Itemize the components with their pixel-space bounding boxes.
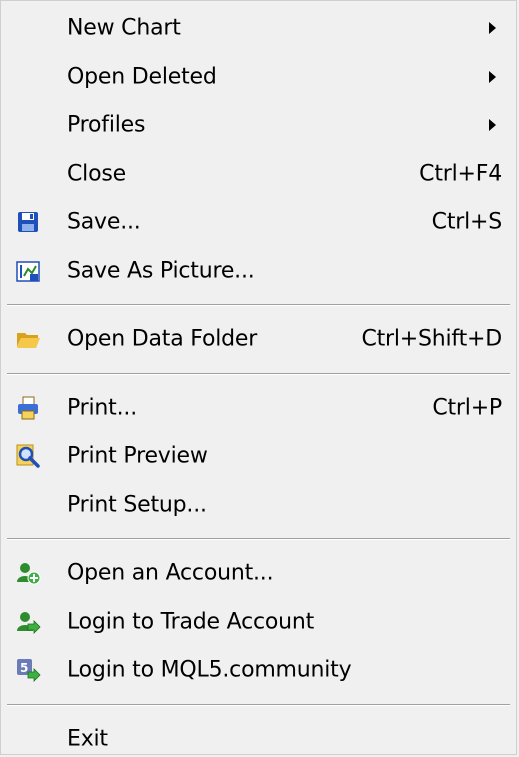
menu-separator [1, 695, 516, 715]
menu-item-login-mql5[interactable]: 5 Login to MQL5.community [1, 646, 516, 695]
print-preview-magnifier-icon [16, 444, 40, 468]
login-trade-user-icon [17, 611, 41, 634]
menu-item-print-setup[interactable]: Print Setup... [1, 481, 516, 530]
menu-item-label: New Chart [67, 15, 181, 41]
menu-item-label: Open Data Folder [67, 326, 258, 352]
menu-item-label: Open an Account... [67, 560, 274, 586]
svg-text:5: 5 [20, 661, 28, 675]
printer-icon [18, 396, 38, 420]
menu-item-label: Exit [67, 726, 108, 752]
menu-item-label: Save As Picture... [67, 258, 255, 284]
menu-item-print[interactable]: Print... Ctrl+P [1, 384, 516, 433]
menu-item-label: Close [67, 161, 126, 187]
submenu-arrow-icon [489, 119, 496, 132]
open-account-user-icon [17, 563, 41, 585]
menu-item-shortcut: Ctrl+P [432, 395, 502, 421]
menu-item-shortcut: Ctrl+F4 [419, 161, 502, 187]
save-picture-icon [16, 261, 40, 282]
menu-item-label: Print... [67, 395, 137, 421]
menu-item-label: Login to Trade Account [67, 609, 315, 635]
menu-item-label: Open Deleted [67, 64, 217, 90]
login-mql5-icon: 5 [17, 659, 41, 683]
save-floppy-icon [18, 212, 38, 233]
menu-item-label: Print Setup... [67, 492, 207, 518]
menu-item-new-chart[interactable]: New Chart [1, 4, 516, 53]
menu-item-shortcut: Ctrl+S [431, 209, 503, 235]
menu-item-open-data-folder[interactable]: Open Data Folder Ctrl+Shift+D [1, 315, 516, 364]
file-menu: New Chart Open Deleted Profiles Close Ct… [0, 0, 517, 755]
folder-open-icon [17, 333, 40, 349]
menu-item-exit[interactable]: Exit [1, 715, 516, 757]
menu-item-open-deleted[interactable]: Open Deleted [1, 53, 516, 102]
menu-item-save[interactable]: Save... Ctrl+S [1, 198, 516, 247]
menu-item-label: Print Preview [67, 443, 208, 469]
menu-item-label: Save... [67, 209, 141, 235]
menu-item-login-trade-account[interactable]: Login to Trade Account [1, 598, 516, 647]
menu-separator [1, 529, 516, 549]
menu-item-close[interactable]: Close Ctrl+F4 [1, 150, 516, 199]
submenu-arrow-icon [489, 70, 496, 83]
submenu-arrow-icon [489, 22, 496, 35]
menu-item-profiles[interactable]: Profiles [1, 101, 516, 150]
menu-item-shortcut: Ctrl+Shift+D [361, 326, 502, 352]
menu-item-save-as-picture[interactable]: Save As Picture... [1, 247, 516, 296]
menu-item-label: Login to MQL5.community [67, 657, 352, 683]
menu-item-label: Profiles [67, 112, 146, 138]
menu-separator [1, 295, 516, 315]
menu-separator [1, 364, 516, 384]
menu-item-print-preview[interactable]: Print Preview [1, 432, 516, 481]
menu-item-open-account[interactable]: Open an Account... [1, 549, 516, 598]
